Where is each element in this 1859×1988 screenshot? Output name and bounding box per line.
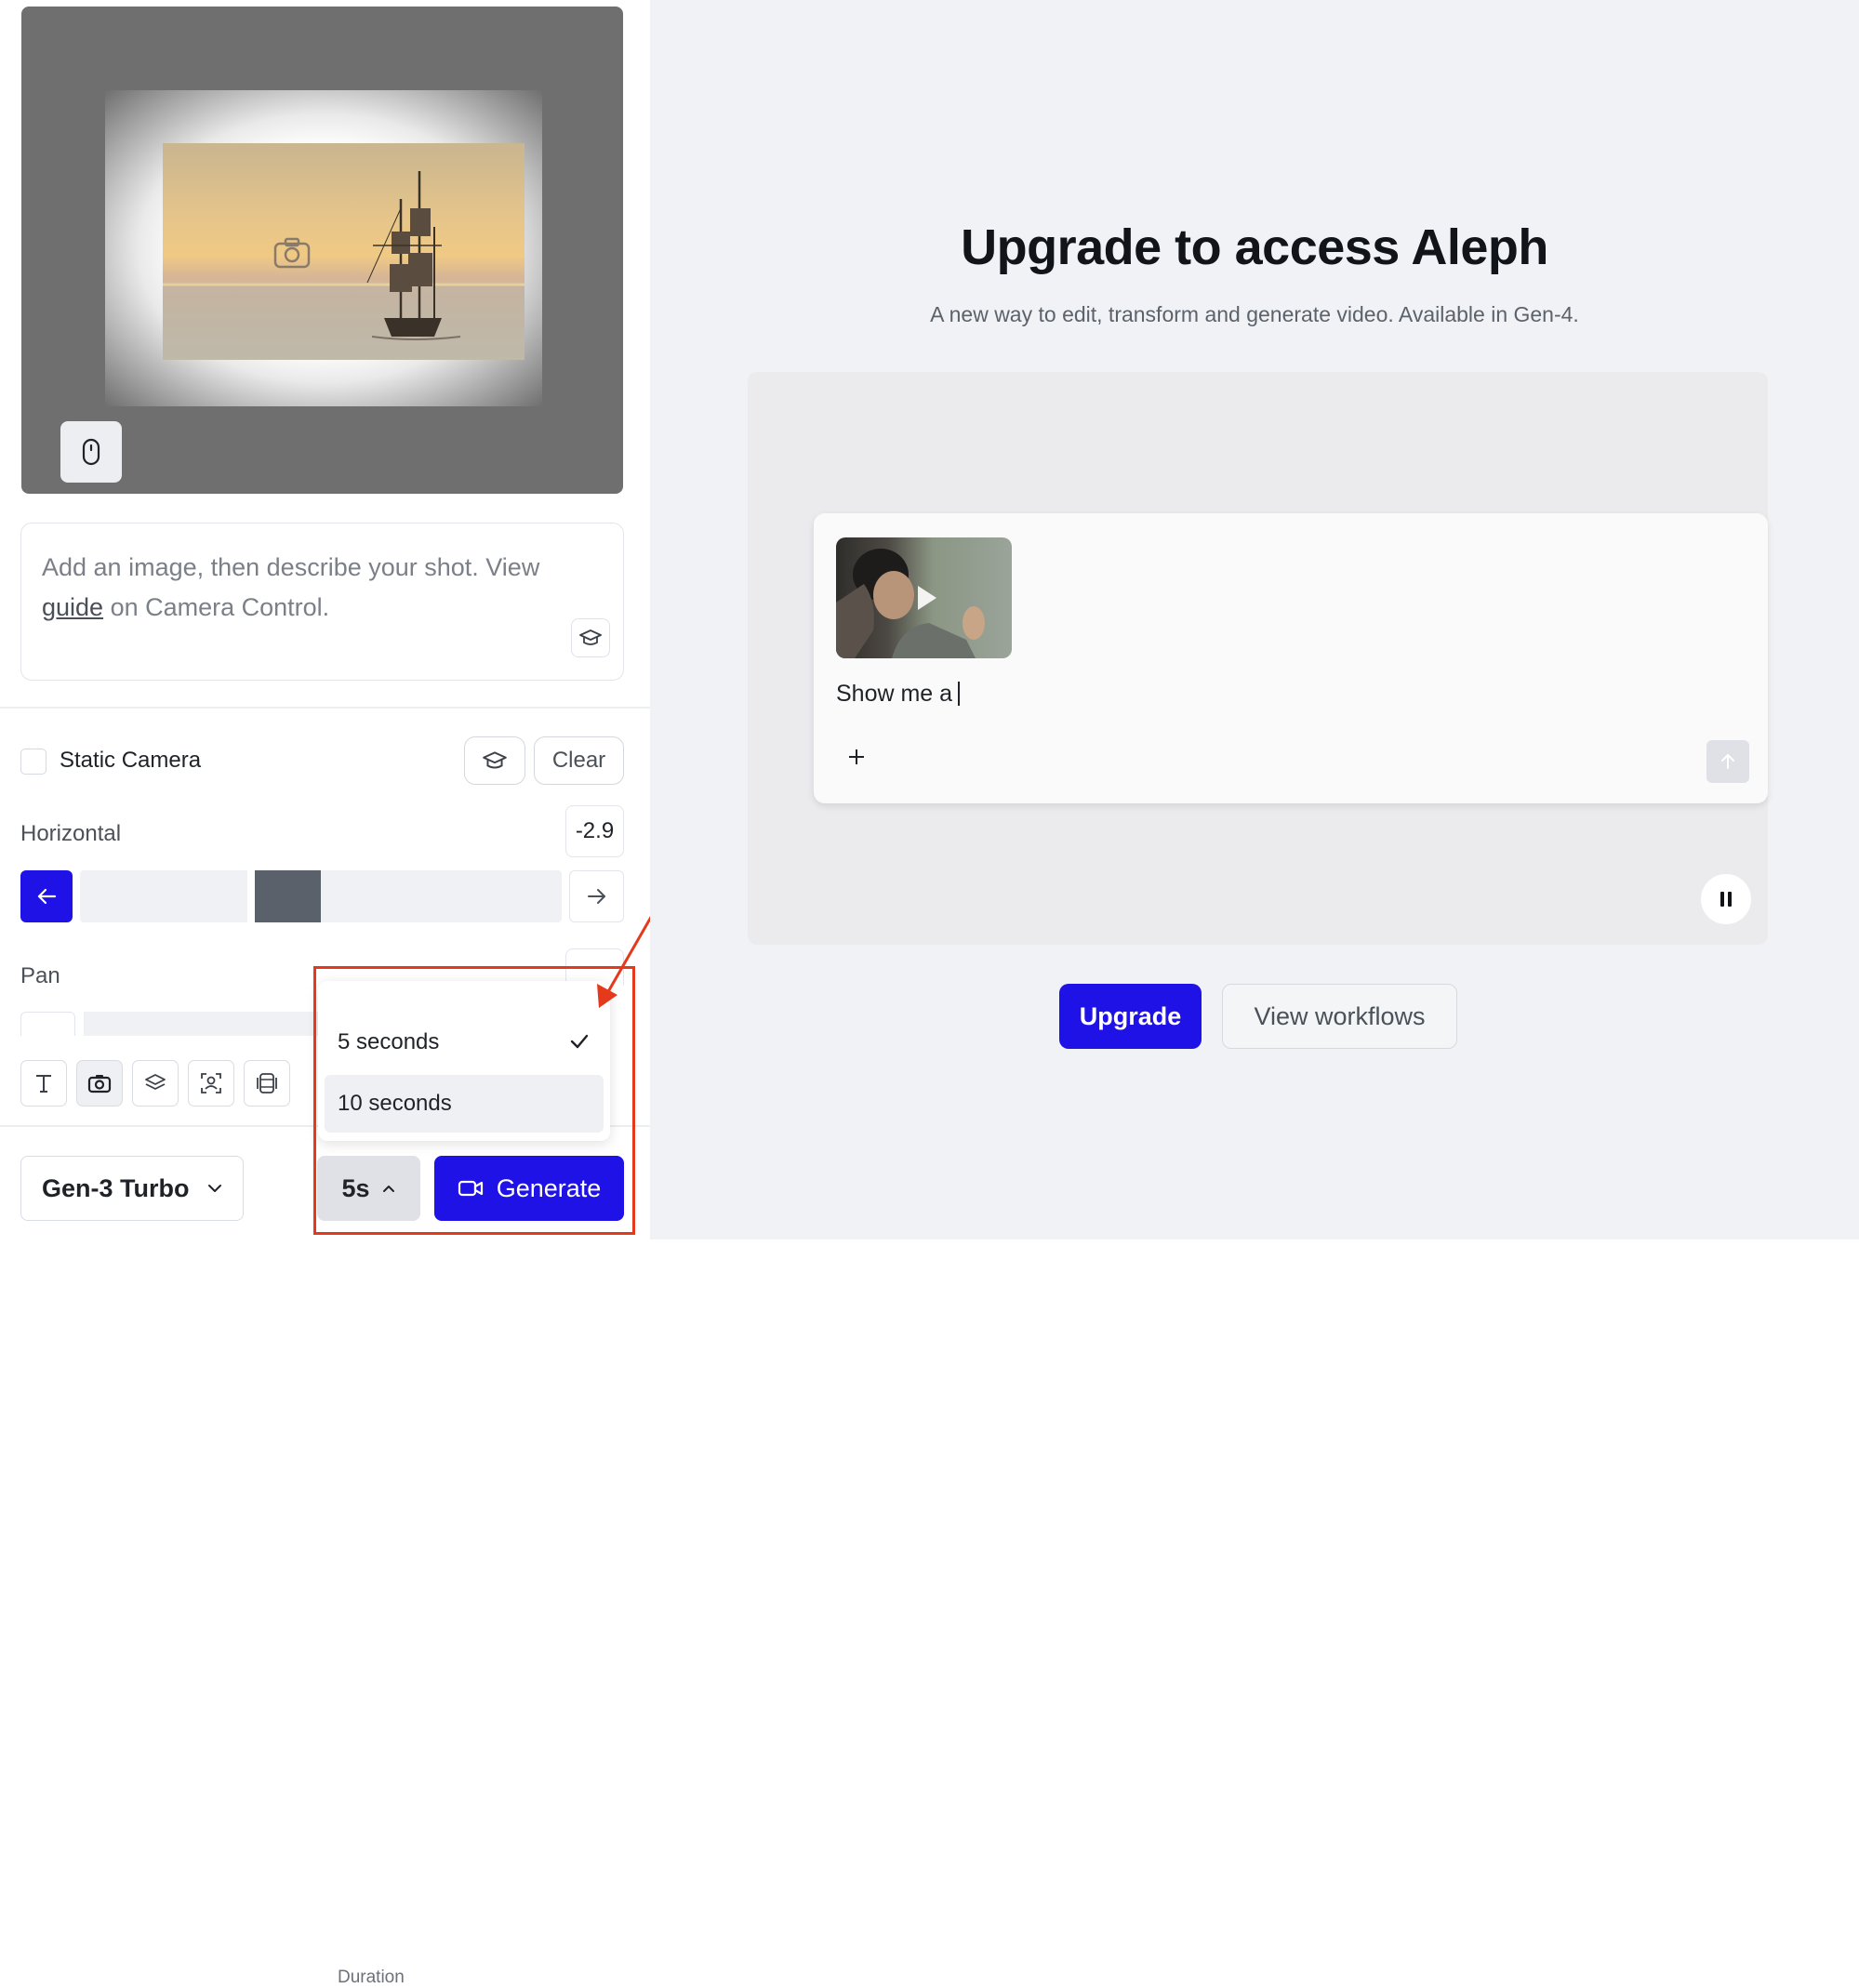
mouse-control-button[interactable]	[60, 421, 122, 483]
right-panel: Upgrade to access Aleph A new way to edi…	[650, 0, 1859, 1239]
camera-overlay-icon	[273, 237, 311, 269]
face-detect-icon	[201, 1073, 221, 1093]
prompt-placeholder: Add an image, then describe your shot. V…	[42, 553, 540, 621]
demo-video-area: Show me a	[748, 372, 1768, 945]
horizontal-slider[interactable]	[80, 870, 562, 922]
left-panel: Add an image, then describe your shot. V…	[0, 0, 650, 1987]
demo-prompt-card: Show me a	[814, 513, 1768, 803]
prompt-input[interactable]: Add an image, then describe your shot. V…	[20, 523, 624, 681]
pan-decrease-button[interactable]	[20, 1012, 75, 1036]
pause-icon	[1720, 892, 1732, 907]
upgrade-title: Upgrade to access Aleph	[961, 219, 1548, 275]
graduation-cap-icon	[579, 630, 602, 645]
text-cursor	[958, 682, 961, 706]
frames-tool-button[interactable]	[244, 1060, 290, 1107]
demo-add-button[interactable]	[836, 736, 877, 777]
view-workflows-button[interactable]: View workflows	[1222, 984, 1457, 1049]
pan-label: Pan	[20, 963, 60, 988]
graduation-cap-icon	[483, 751, 507, 769]
plus-icon	[849, 749, 864, 764]
model-label: Gen-3 Turbo	[42, 1173, 190, 1202]
model-select[interactable]: Gen-3 Turbo	[20, 1156, 244, 1221]
duration-menu-title: Duration	[338, 1968, 405, 1987]
upgrade-subtitle: A new way to edit, transform and generat…	[930, 302, 1579, 326]
layers-tool-button[interactable]	[132, 1060, 179, 1107]
camera-guide-button[interactable]	[464, 736, 525, 785]
pause-button[interactable]	[1701, 874, 1751, 924]
face-detect-tool-button[interactable]	[188, 1060, 234, 1107]
arrow-up-icon	[1721, 754, 1734, 769]
demo-send-button[interactable]	[1706, 740, 1749, 783]
chevron-down-icon	[207, 1185, 221, 1192]
ship-illustration	[163, 171, 525, 360]
video-thumbnail-illustration	[836, 549, 985, 658]
camera-tool-button[interactable]	[76, 1060, 123, 1107]
mouse-icon	[82, 438, 100, 466]
preview-image	[163, 143, 525, 360]
horizontal-slider-zero-marker	[246, 870, 255, 922]
text-icon	[36, 1075, 51, 1093]
demo-prompt-text: Show me a	[836, 681, 961, 708]
play-icon	[918, 586, 936, 610]
static-camera-checkbox[interactable]	[20, 749, 46, 775]
horizontal-value-input[interactable]: -2.9	[565, 805, 624, 857]
arrow-left-icon	[37, 888, 57, 905]
divider	[0, 707, 650, 709]
layers-icon	[145, 1074, 166, 1090]
horizontal-slider-fill	[250, 870, 321, 922]
camera-icon	[87, 1075, 112, 1093]
horizontal-label: Horizontal	[20, 821, 122, 846]
prompt-guide-button[interactable]	[571, 618, 610, 657]
clear-button[interactable]: Clear	[534, 736, 624, 785]
text-tool-button[interactable]	[20, 1060, 67, 1107]
upgrade-button[interactable]: Upgrade	[1059, 984, 1202, 1049]
frames-icon	[257, 1073, 277, 1093]
horizontal-decrease-button[interactable]	[20, 870, 73, 922]
static-camera-label: Static Camera	[60, 748, 202, 773]
guide-link[interactable]: guide	[42, 593, 103, 621]
demo-video-thumbnail	[836, 537, 1012, 658]
image-preview-area[interactable]	[21, 7, 623, 494]
